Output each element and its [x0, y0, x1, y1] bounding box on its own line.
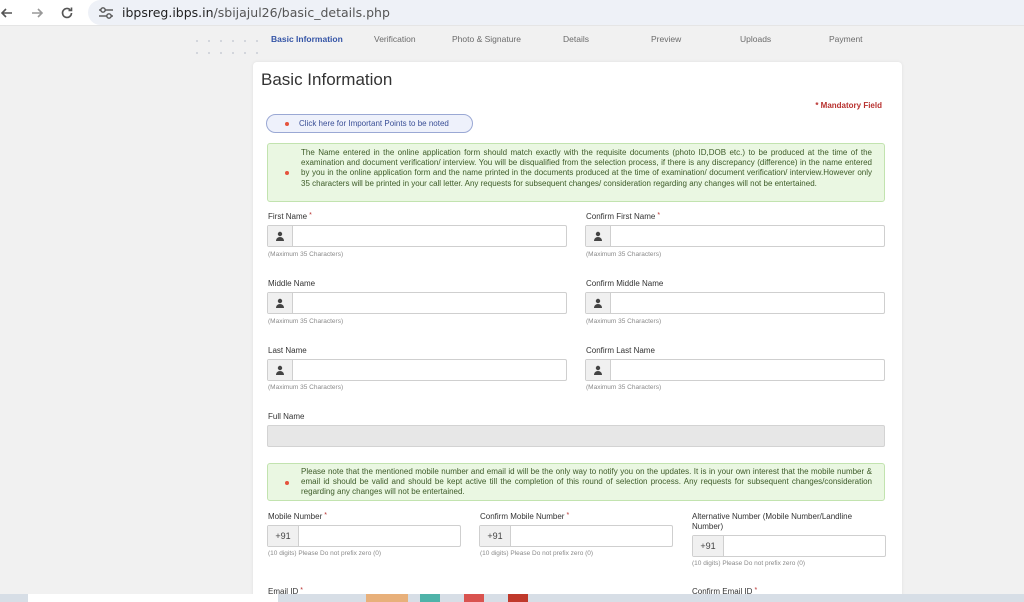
first-name-hint: (Maximum 35 Characters)	[268, 251, 344, 258]
step-details[interactable]: Details	[563, 34, 589, 44]
alternative-number-label-line1: Alternative Number (Mobile Number/Landli…	[692, 512, 853, 521]
middle-name-label: Middle Name	[268, 279, 316, 288]
confirm-last-name-field	[585, 359, 885, 381]
confirm-middle-name-input[interactable]	[611, 293, 884, 313]
middle-name-input[interactable]	[293, 293, 566, 313]
site-settings-icon[interactable]	[98, 6, 114, 20]
last-name-label: Last Name	[268, 346, 307, 355]
country-code: +91	[268, 526, 299, 546]
country-code: +91	[480, 526, 511, 546]
mobile-number-label: Mobile Number *	[268, 512, 327, 521]
full-name-label: Full Name	[268, 412, 305, 421]
confirm-first-name-input[interactable]	[611, 226, 884, 246]
taskbar-app[interactable]	[508, 594, 528, 602]
step-photo-signature[interactable]: Photo & Signature	[452, 34, 521, 44]
required-mark: *	[657, 212, 661, 219]
bullet-icon	[285, 121, 289, 126]
step-preview[interactable]: Preview	[651, 34, 681, 44]
user-icon	[268, 226, 293, 246]
last-name-field	[267, 359, 567, 381]
user-icon	[268, 360, 293, 380]
confirm-last-name-hint: (Maximum 35 Characters)	[586, 384, 662, 391]
last-name-hint: (Maximum 35 Characters)	[268, 384, 344, 391]
name-notice: The Name entered in the online applicati…	[267, 143, 885, 202]
page-title: Basic Information	[261, 70, 393, 89]
middle-name-field	[267, 292, 567, 314]
contact-notice: Please note that the mentioned mobile nu…	[267, 463, 885, 501]
country-code: +91	[693, 536, 724, 556]
alternative-number-field: +91	[692, 535, 886, 557]
taskbar	[0, 594, 1024, 602]
middle-name-hint: (Maximum 35 Characters)	[268, 318, 344, 325]
contact-notice-text: Please note that the mentioned mobile nu…	[301, 467, 872, 497]
taskbar-app[interactable]	[366, 594, 408, 602]
first-name-input[interactable]	[293, 226, 566, 246]
first-name-label-text: First Name	[268, 212, 308, 221]
name-notice-text: The Name entered in the online applicati…	[301, 148, 872, 188]
last-name-input[interactable]	[293, 360, 566, 380]
step-payment[interactable]: Payment	[829, 34, 863, 44]
taskbar-search-box[interactable]	[28, 594, 278, 602]
confirm-middle-name-field	[585, 292, 885, 314]
taskbar-app[interactable]	[420, 594, 440, 602]
browser-toolbar: ibpsreg.ibps.in/sbijajul26/basic_details…	[0, 0, 1024, 26]
required-mark: *	[300, 587, 303, 594]
mandatory-note: * Mandatory Field	[815, 101, 882, 110]
required-mark: *	[754, 587, 758, 594]
confirm-first-name-label-text: Confirm First Name	[586, 212, 656, 221]
confirm-middle-name-hint: (Maximum 35 Characters)	[586, 318, 662, 325]
full-name-field	[267, 425, 885, 447]
important-points-button[interactable]: Click here for Important Points to be no…	[266, 114, 473, 133]
mobile-number-input[interactable]	[299, 526, 460, 546]
form-card: Basic Information * Mandatory Field Clic…	[253, 62, 902, 602]
first-name-label: First Name *	[268, 212, 312, 221]
required-mark: *	[566, 512, 570, 519]
mobile-number-field: +91	[267, 525, 461, 547]
alternative-number-label-line2: Number)	[692, 521, 724, 531]
alternative-number-input[interactable]	[724, 536, 885, 556]
confirm-mobile-number-input[interactable]	[511, 526, 672, 546]
required-mark: *	[309, 212, 312, 219]
reload-icon[interactable]	[56, 2, 78, 24]
step-uploads[interactable]: Uploads	[740, 34, 771, 44]
step-basic-information[interactable]: Basic Information	[271, 34, 343, 44]
user-icon	[586, 360, 611, 380]
decorative-dots	[196, 40, 266, 60]
user-icon	[586, 293, 611, 313]
bullet-icon	[285, 171, 289, 175]
confirm-mobile-number-hint: (10 digits) Please Do not prefix zero (0…	[480, 550, 594, 557]
user-icon	[268, 293, 293, 313]
taskbar-app[interactable]	[464, 594, 484, 602]
confirm-first-name-hint: (Maximum 35 Characters)	[586, 251, 662, 258]
confirm-mobile-number-label-text: Confirm Mobile Number	[480, 512, 565, 521]
confirm-mobile-number-field: +91	[479, 525, 673, 547]
mobile-number-label-text: Mobile Number	[268, 512, 323, 521]
url-path: /sbijajul26/basic_details.php	[213, 5, 390, 20]
step-verification[interactable]: Verification	[374, 34, 416, 44]
confirm-first-name-label: Confirm First Name *	[586, 212, 660, 221]
confirm-middle-name-label: Confirm Middle Name	[586, 279, 664, 288]
alternative-number-hint: (10 digits) Please Do not prefix zero (0…	[692, 560, 806, 567]
url-text: ibpsreg.ibps.in/sbijajul26/basic_details…	[122, 5, 390, 20]
step-navigation: Basic Information Verification Photo & S…	[268, 34, 888, 48]
address-bar[interactable]: ibpsreg.ibps.in/sbijajul26/basic_details…	[88, 0, 1024, 25]
bullet-icon	[285, 481, 289, 485]
confirm-first-name-field	[585, 225, 885, 247]
forward-arrow-icon[interactable]	[26, 2, 48, 24]
alternative-number-label: Alternative Number (Mobile Number/Landli…	[692, 512, 852, 531]
first-name-field	[267, 225, 567, 247]
user-icon	[586, 226, 611, 246]
confirm-last-name-input[interactable]	[611, 360, 884, 380]
required-mark: *	[324, 512, 327, 519]
confirm-last-name-label: Confirm Last Name	[586, 346, 655, 355]
url-host: ibpsreg.ibps.in	[122, 5, 214, 20]
mobile-number-hint: (10 digits) Please Do not prefix zero (0…	[268, 550, 382, 557]
confirm-mobile-number-label: Confirm Mobile Number *	[480, 512, 569, 521]
back-arrow-icon[interactable]	[0, 2, 18, 24]
important-points-label: Click here for Important Points to be no…	[299, 119, 449, 128]
